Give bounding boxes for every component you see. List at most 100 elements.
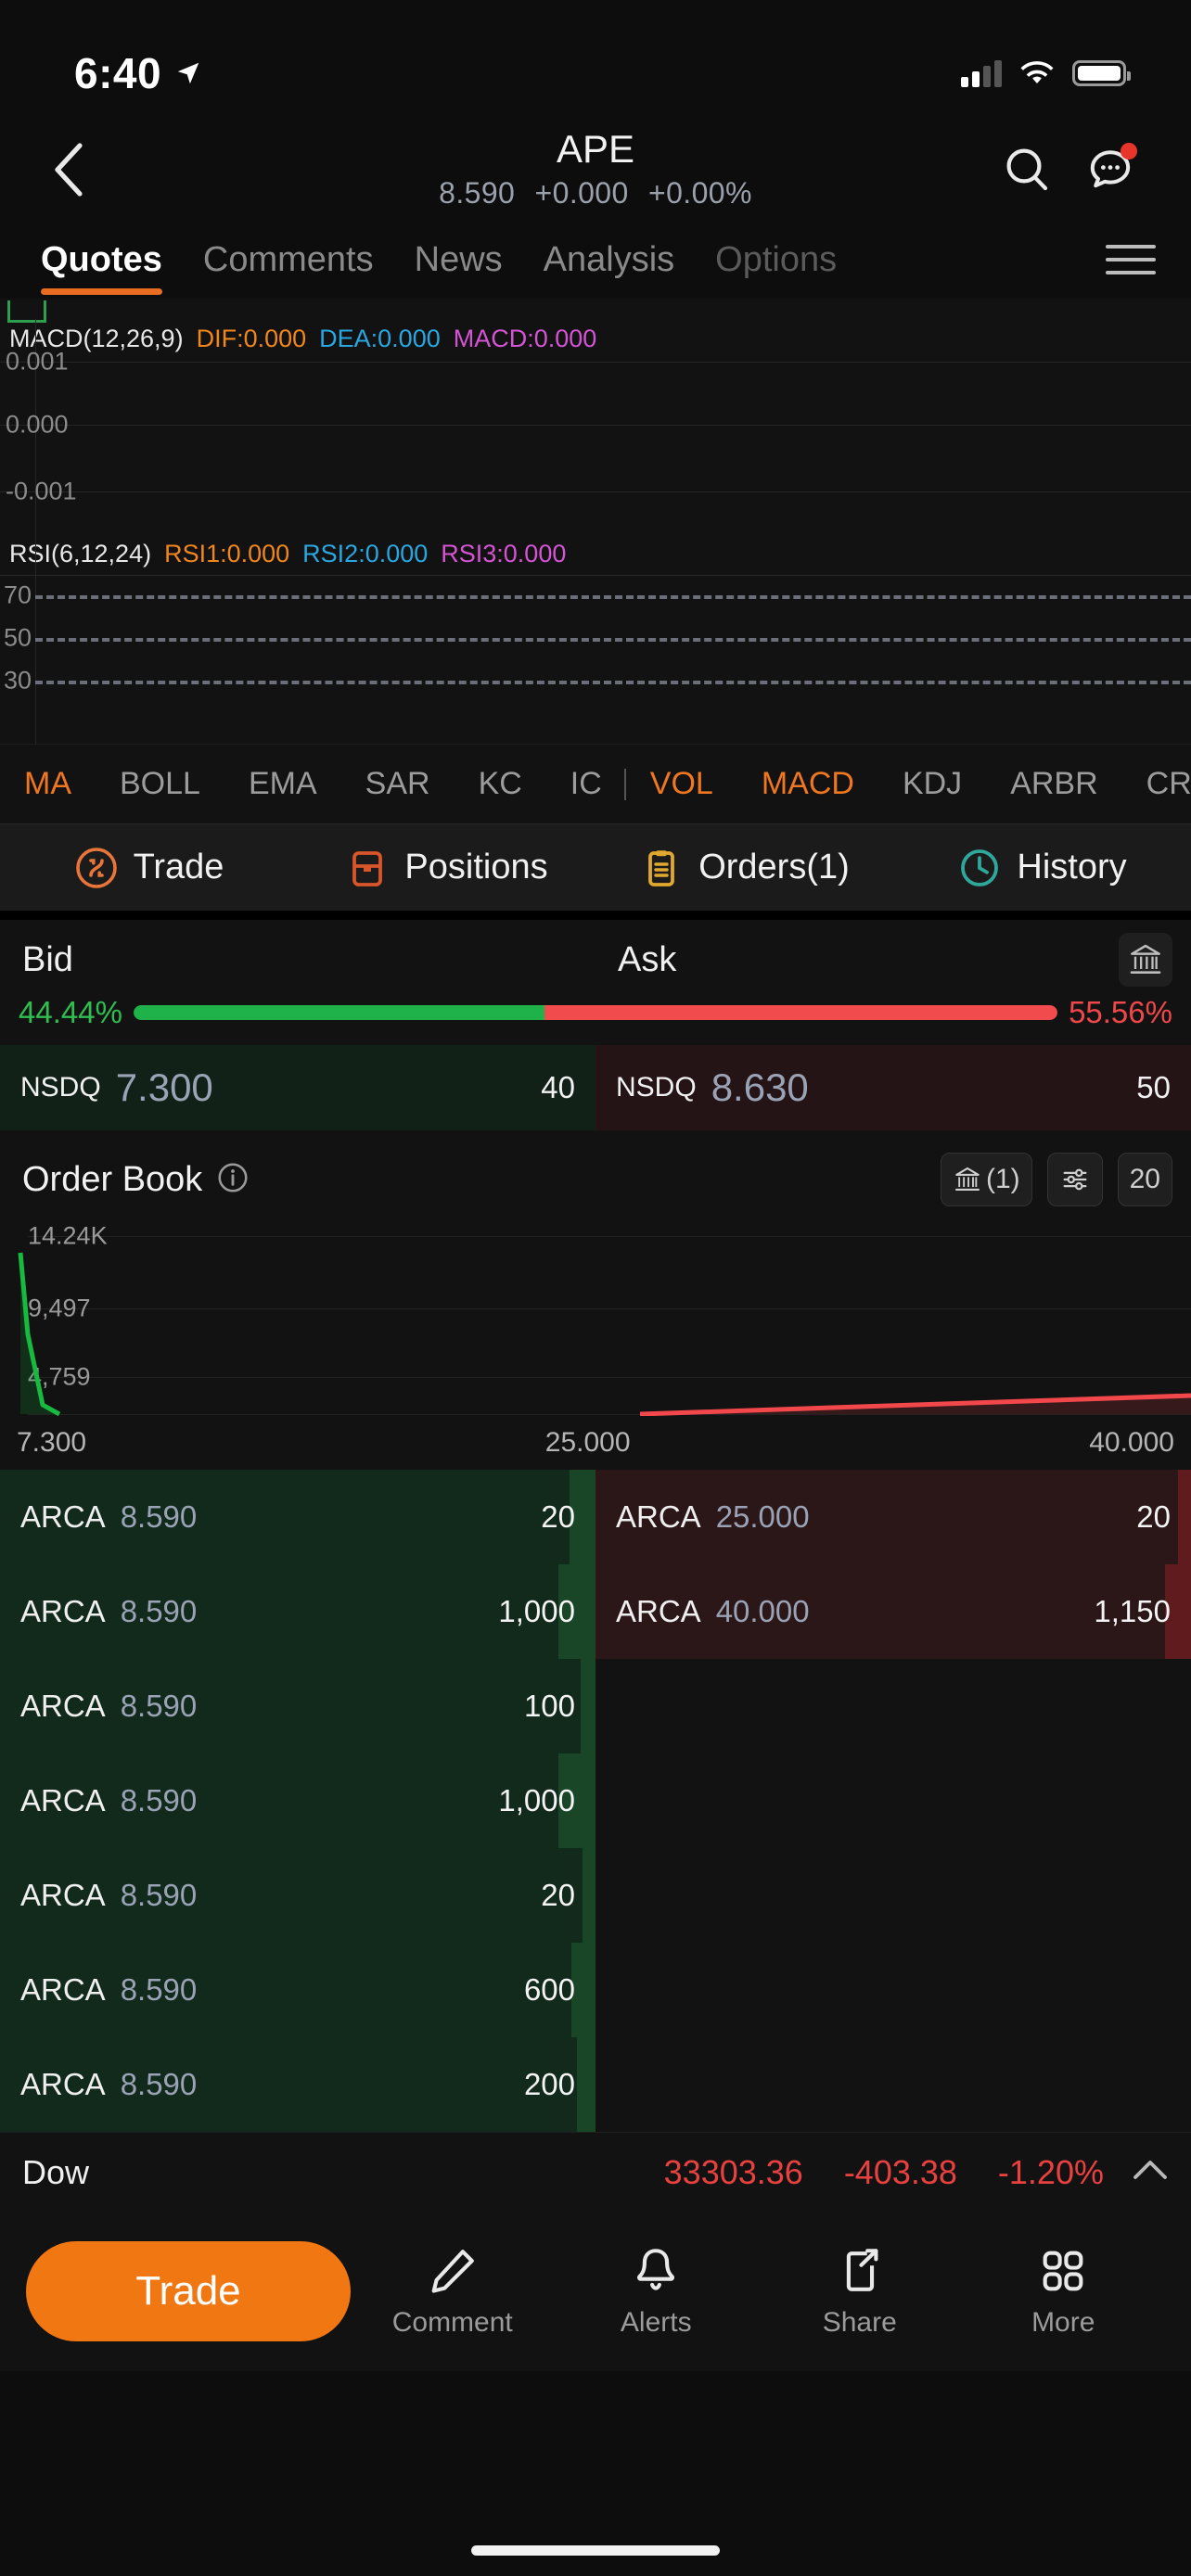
table-row[interactable]: ARCA 8.590 100: [0, 1659, 596, 1753]
exchange-bank-button[interactable]: [1119, 933, 1172, 987]
status-time: 6:40: [74, 49, 162, 97]
status-bar: 6:40: [0, 0, 1191, 119]
depth-x-label-mid: 25.000: [544, 1427, 631, 1458]
order-book-exchange-chip[interactable]: (1): [940, 1153, 1032, 1206]
indicator-kdj[interactable]: KDJ: [878, 766, 986, 802]
bid-price: 8.590: [120, 1499, 198, 1534]
table-row[interactable]: ARCA 8.590 20: [0, 1470, 596, 1564]
macd-macd: MACD:0.000: [453, 325, 597, 352]
table-row[interactable]: ARCA 25.000 20: [596, 1470, 1191, 1564]
action-orders-label: Orders(1): [698, 848, 850, 886]
rsi-pane[interactable]: RSI(6,12,24) RSI1:0.000 RSI2:0.000 RSI3:0.0…: [0, 534, 1191, 744]
table-row-empty: [596, 1848, 1191, 1943]
bottom-item-more[interactable]: More: [980, 2244, 1146, 2339]
indicator-arbr[interactable]: ARBR: [986, 766, 1121, 802]
bid-price: 8.590: [120, 1878, 198, 1912]
action-orders[interactable]: Orders(1): [596, 846, 893, 890]
index-ticker-bar[interactable]: Dow 33303.36 -403.38 -1.20%: [0, 2132, 1191, 2212]
macd-axis-top: 0.001: [6, 347, 69, 376]
bottom-item-alerts-label: Alerts: [620, 2307, 692, 2338]
wifi-icon: [1020, 61, 1054, 83]
nav-actions: [998, 141, 1139, 198]
indicator-ic[interactable]: IC: [546, 766, 626, 802]
bottom-item-share[interactable]: Share: [776, 2244, 943, 2339]
table-row[interactable]: ARCA 8.590 20: [0, 1848, 596, 1943]
table-row[interactable]: ARCA 8.590 1,000: [0, 1753, 596, 1848]
rsi-rsi1: RSI1:0.000: [164, 540, 290, 567]
grid-more-icon: [1043, 2251, 1083, 2291]
bid-price: 8.590: [120, 1783, 198, 1817]
best-quote-row: NSDQ 7.300 40 NSDQ 8.630 50: [0, 1045, 1191, 1130]
indicator-cr[interactable]: CR: [1122, 766, 1191, 802]
chart-top-strip: [0, 299, 1191, 323]
action-trade[interactable]: Trade: [0, 846, 298, 890]
best-bid-price: 7.300: [115, 1065, 213, 1109]
trade-button[interactable]: Trade: [26, 2241, 351, 2341]
status-bar-right: [961, 59, 1131, 87]
macd-axis-bottom: -0.001: [6, 477, 77, 505]
hamburger-menu-icon[interactable]: [1106, 221, 1171, 299]
indicator-ma[interactable]: MA: [0, 766, 96, 802]
notification-dot: [1121, 143, 1137, 159]
action-history[interactable]: History: [893, 846, 1191, 890]
best-bid-size: 40: [541, 1070, 575, 1104]
bid-ask-header: Bid Ask: [0, 920, 1191, 987]
table-row[interactable]: ARCA 8.590 600: [0, 1943, 596, 2037]
macd-pane[interactable]: MACD(12,26,9) DIF:0.000 DEA:0.000 MACD:0.00…: [0, 319, 1191, 534]
ask-size: 1,150: [1094, 1594, 1171, 1628]
bid-market: ARCA: [20, 1972, 106, 2007]
info-circle-icon[interactable]: [215, 1160, 250, 1200]
indicator-macd[interactable]: MACD: [737, 766, 878, 802]
tab-quotes[interactable]: Quotes: [20, 221, 183, 299]
best-ask-cell[interactable]: NSDQ 8.630 50: [596, 1045, 1191, 1130]
table-row-empty: [596, 1753, 1191, 1848]
expand-ticker-button[interactable]: [1132, 2156, 1169, 2188]
indicator-sar[interactable]: SAR: [341, 766, 455, 802]
indicator-boll[interactable]: BOLL: [96, 766, 224, 802]
indicator-vol[interactable]: VOL: [626, 766, 737, 802]
table-row[interactable]: ARCA 8.590 1,000: [0, 1564, 596, 1659]
bottom-item-alerts[interactable]: Alerts: [572, 2244, 739, 2339]
tab-comments[interactable]: Comments: [183, 221, 394, 299]
order-book-section: Order Book (1) 20 14.24K 9,497 4,759 7.3…: [0, 1130, 1191, 2132]
depth-x-axis: 7.300 25.000 40.000: [0, 1416, 1191, 1470]
tab-news[interactable]: News: [394, 221, 523, 299]
order-book-ask-column: ARCA 25.000 20 ARCA 40.000 1,150: [596, 1470, 1191, 2132]
order-book-depth-chip[interactable]: 20: [1117, 1153, 1172, 1206]
ask-price: 40.000: [715, 1594, 810, 1628]
bid-percent: 44.44%: [19, 995, 122, 1029]
rsi-axis-30: 30: [4, 666, 32, 695]
macd-axis-mid: 0.000: [6, 410, 69, 439]
chart-area[interactable]: MACD(12,26,9) DIF:0.000 DEA:0.000 MACD:0.00…: [0, 299, 1191, 744]
indicator-chip-row[interactable]: MA BOLL EMA SAR KC IC VOL MACD KDJ ARBR …: [0, 744, 1191, 823]
ask-market: ARCA: [616, 1499, 701, 1534]
indicator-kc[interactable]: KC: [455, 766, 546, 802]
order-book-filter-chip[interactable]: [1046, 1153, 1103, 1206]
bid-market: ARCA: [20, 2067, 106, 2101]
home-indicator: [471, 2545, 720, 2556]
header-price: 8.590: [439, 175, 516, 210]
bottom-action-bar: Trade Comment Alerts Share More: [0, 2212, 1191, 2371]
table-row[interactable]: ARCA 40.000 1,150: [596, 1564, 1191, 1659]
ask-price: 25.000: [715, 1499, 810, 1534]
bottom-item-comment[interactable]: Comment: [369, 2244, 536, 2339]
action-positions[interactable]: Positions: [298, 846, 596, 890]
tab-analysis[interactable]: Analysis: [523, 221, 696, 299]
index-change-percent: -1.20%: [997, 2152, 1104, 2191]
best-bid-cell[interactable]: NSDQ 7.300 40: [0, 1045, 596, 1130]
table-row[interactable]: ARCA 8.590 200: [0, 2037, 596, 2132]
more-chat-button[interactable]: [1082, 141, 1139, 198]
pencil-icon: [431, 2250, 474, 2293]
bid-market: ARCA: [20, 1783, 106, 1817]
tab-options[interactable]: Options: [695, 221, 857, 299]
back-button[interactable]: [52, 142, 108, 198]
orders-clipboard-icon: [648, 849, 675, 886]
indicator-ema[interactable]: EMA: [224, 766, 341, 802]
index-value: 33303.36: [663, 2152, 803, 2191]
bid-ask-ratio-bar: 44.44% 55.56%: [0, 986, 1191, 1045]
history-clock-icon: [961, 848, 999, 886]
search-button[interactable]: [998, 141, 1056, 198]
ratio-bar-ask: [544, 1005, 1058, 1020]
chevron-left-icon: [55, 143, 83, 197]
best-bid-market: NSDQ: [20, 1072, 101, 1103]
